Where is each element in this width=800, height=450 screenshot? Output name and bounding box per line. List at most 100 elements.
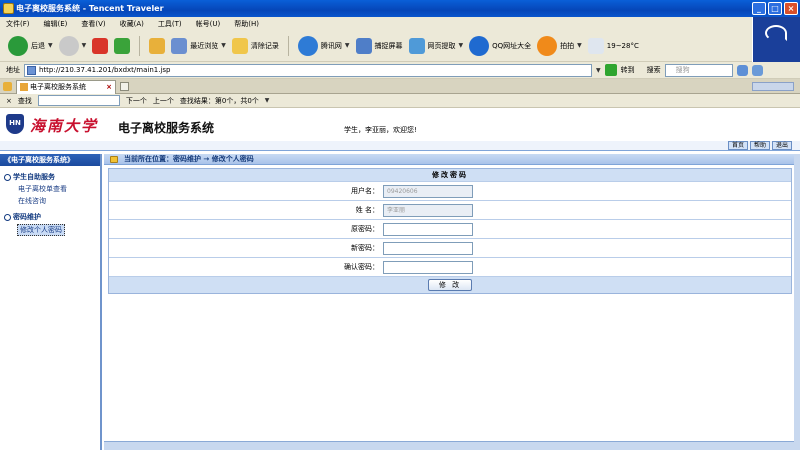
- tab-main[interactable]: 电子离校服务系统 ×: [16, 80, 116, 94]
- webpage-icon: [408, 37, 425, 54]
- url-input[interactable]: http://210.37.41.201/bxdxt/main1.jsp: [24, 63, 592, 77]
- confirm-password-input[interactable]: [383, 260, 473, 274]
- menu-view[interactable]: 查看(V): [81, 19, 105, 29]
- close-find-icon[interactable]: ×: [6, 97, 12, 105]
- back-arrow-icon: [8, 35, 28, 56]
- sidebar-header: 《电子离校服务系统》: [0, 154, 100, 166]
- search-input[interactable]: 搜狗: [664, 63, 733, 77]
- menu-file[interactable]: 文件(F): [6, 19, 30, 29]
- recent-button[interactable]: 最近浏览 ▼: [171, 37, 226, 54]
- page-icon: [27, 65, 36, 75]
- forward-arrow-icon: [58, 35, 79, 56]
- utility-bar: 首页 帮助 退出: [0, 141, 800, 151]
- find-input[interactable]: [37, 95, 120, 106]
- back-button[interactable]: 后退 ▼: [8, 35, 53, 56]
- find-result: 查找结果：第0个，共0个: [179, 96, 259, 105]
- form-row: 确认密码：: [109, 257, 791, 276]
- new-password-input[interactable]: [383, 241, 473, 255]
- username-field: 09420606: [383, 184, 473, 198]
- old-password-label: 原密码：: [351, 225, 379, 233]
- favorites-icon[interactable]: [3, 82, 12, 91]
- form-row: 姓 名： 李亚丽: [109, 200, 791, 219]
- app-icon: [3, 3, 14, 14]
- help-link[interactable]: 帮助: [749, 141, 770, 150]
- tab-strip: 电子离校服务系统 ×: [0, 79, 800, 94]
- form-actions: 修 改: [109, 276, 791, 293]
- name-field: 李亚丽: [383, 203, 473, 217]
- find-next-button[interactable]: 下一个: [126, 96, 147, 106]
- screenshot-button[interactable]: 捕捉屏幕: [355, 37, 403, 54]
- university-emblem: HN: [6, 114, 24, 134]
- name-label: 姓 名：: [355, 206, 379, 214]
- welcome-text: 学生，李亚丽，欢迎您!: [344, 126, 417, 134]
- screenshot-icon: [355, 37, 372, 54]
- group-student-services[interactable]: 学生自助服务: [0, 172, 100, 182]
- reader-button[interactable]: 腾讯网 ▼: [297, 35, 350, 56]
- qq-url-button[interactable]: QQ网址大全: [469, 35, 531, 56]
- clear-history-button[interactable]: 清除记录: [231, 37, 279, 54]
- home-link[interactable]: 首页: [727, 141, 748, 150]
- sidebar-item-clearance-form[interactable]: 电子离校单查看: [0, 184, 100, 194]
- username-label: 用户名：: [351, 187, 379, 195]
- menu-favorites[interactable]: 收藏(A): [120, 19, 144, 29]
- menu-account[interactable]: 帐号(U): [196, 19, 221, 29]
- home-icon[interactable]: [149, 37, 166, 54]
- find-prev-button[interactable]: 上一个: [153, 96, 174, 106]
- change-password-form: 修改密码 用户名： 09420606 姓 名： 李亚丽 原密码： 新密码： 确认…: [108, 168, 792, 294]
- cloud-icon: [587, 37, 604, 54]
- form-row: 原密码：: [109, 219, 791, 238]
- old-password-input[interactable]: [383, 222, 473, 236]
- main-content: 当前所在位置：密码维护 → 修改个人密码 修改密码 用户名： 09420606 …: [104, 154, 794, 441]
- pat-button[interactable]: 拍拍 ▼: [537, 35, 582, 56]
- folder-icon: [110, 156, 118, 163]
- go-icon[interactable]: [604, 64, 617, 76]
- browser-logo: [752, 17, 800, 62]
- confirm-password-label: 确认密码：: [344, 263, 379, 271]
- menu-tools[interactable]: 工具(T): [158, 19, 182, 29]
- go-button[interactable]: 转到: [621, 65, 635, 75]
- new-tab-icon[interactable]: [120, 82, 129, 91]
- sidebar: 《电子离校服务系统》 学生自助服务 电子离校单查看 在线咨询 密码维护 修改个人…: [0, 154, 102, 450]
- web-page: HN 海南大学 电子离校服务系统 学生，李亚丽，欢迎您! 首页 帮助 退出 《电…: [0, 108, 800, 450]
- tab-close-icon[interactable]: ×: [106, 81, 112, 93]
- menu-help[interactable]: 帮助(H): [234, 19, 259, 29]
- new-password-label: 新密码：: [351, 244, 379, 252]
- breadcrumb: 当前所在位置：密码维护 → 修改个人密码: [104, 154, 794, 165]
- vertical-scrollbar[interactable]: [794, 154, 800, 450]
- form-row: 用户名： 09420606: [109, 181, 791, 200]
- weather-widget[interactable]: 19~28°C: [587, 37, 639, 54]
- menu-bar: 文件(F) 编辑(E) 查看(V) 收藏(A) 工具(T) 帐号(U) 帮助(H…: [0, 17, 800, 30]
- search-icon[interactable]: [736, 64, 748, 76]
- system-name: 电子离校服务系统: [118, 121, 215, 135]
- forward-button[interactable]: ▼: [58, 35, 86, 56]
- qq-icon: [297, 35, 318, 56]
- form-title: 修改密码: [109, 169, 791, 181]
- menu-edit[interactable]: 编辑(E): [44, 19, 68, 29]
- submit-button[interactable]: 修 改: [428, 279, 472, 291]
- window-title: 电子离校服务系统 - Tencent Traveler: [16, 4, 164, 13]
- sidebar-item-change-password[interactable]: 修改个人密码: [17, 224, 65, 236]
- site-banner: HN 海南大学 电子离校服务系统 学生，李亚丽，欢迎您!: [0, 108, 800, 141]
- find-bar: × 查找 下一个 上一个 查找结果：第0个，共0个 ▼: [0, 94, 800, 108]
- group-password[interactable]: 密码维护: [0, 212, 100, 222]
- tab-page-icon: [20, 83, 28, 91]
- webpage-button[interactable]: 网页提取 ▼: [408, 37, 463, 54]
- stop-icon[interactable]: [92, 37, 109, 54]
- horizontal-scrollbar[interactable]: [104, 441, 794, 450]
- browser-toolbar: 后退 ▼ ▼ 最近浏览 ▼ 清除记录 腾讯网 ▼ 捕捉屏幕 网页提取 ▼ QQ网址大全 …: [0, 30, 752, 62]
- minimize-button[interactable]: _: [752, 2, 766, 15]
- settings-icon[interactable]: [751, 64, 763, 76]
- globe-icon: [469, 35, 490, 56]
- maximize-button[interactable]: □: [768, 2, 782, 15]
- refresh-icon[interactable]: [114, 37, 131, 54]
- address-bar: 地址 http://210.37.41.201/bxdxt/main1.jsp …: [0, 62, 800, 79]
- pat-icon: [537, 35, 558, 56]
- tab-controls[interactable]: [752, 82, 794, 91]
- sidebar-item-online-consult[interactable]: 在线咨询: [0, 196, 100, 206]
- logout-link[interactable]: 退出: [771, 141, 792, 150]
- close-button[interactable]: ×: [784, 2, 798, 15]
- clear-icon: [231, 37, 248, 54]
- history-icon: [171, 37, 188, 54]
- collapse-icon: [4, 213, 11, 221]
- university-name: 海南大学: [30, 117, 99, 135]
